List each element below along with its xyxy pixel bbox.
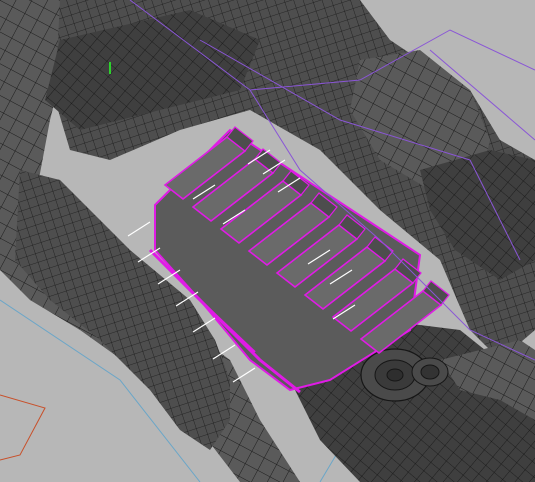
hip-armor-mesh[interactable] [420,150,535,280]
viewport-canvas[interactable] [0,0,535,482]
vertex-normal [127,221,151,237]
3d-viewport[interactable] [0,0,535,482]
